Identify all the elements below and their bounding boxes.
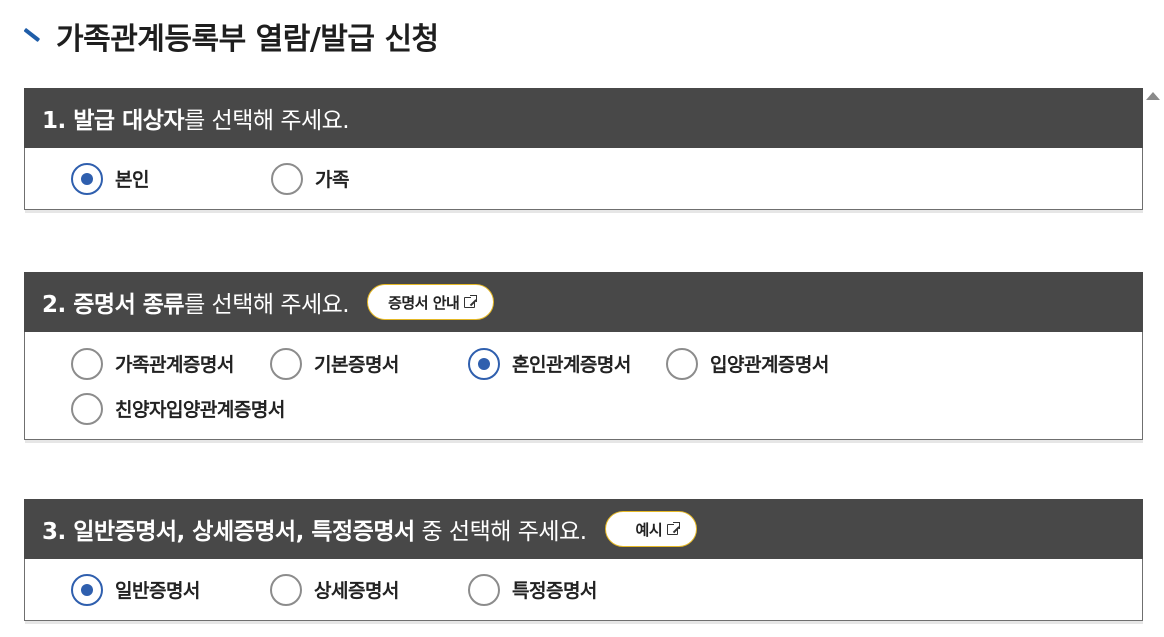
radio-option-family[interactable]: 가족 — [271, 156, 471, 201]
question-bold: 1. 발급 대상자 — [42, 108, 185, 134]
radio-option-self[interactable]: 본인 — [71, 156, 271, 201]
section-issue-target: 1. 발급 대상자 를 선택해 주세요. 본인 가족 — [24, 88, 1143, 213]
radio-button[interactable] — [71, 392, 103, 425]
radio-option-specific[interactable]: 특정증명서 — [468, 567, 666, 612]
option-label: 입양관계증명서 — [710, 354, 829, 376]
certificate-guide-button[interactable]: 증명서 안내 — [367, 284, 495, 320]
radio-button[interactable] — [270, 347, 302, 380]
radio-option-adoption[interactable]: 입양관계증명서 — [666, 341, 906, 386]
option-label: 본인 — [115, 169, 149, 191]
scroll-up-arrow-icon[interactable] — [1146, 92, 1160, 100]
radio-button[interactable] — [666, 347, 698, 380]
radio-group-detail: 일반증명서 상세증명서 특정증명서 — [25, 559, 1142, 620]
radio-button[interactable] — [468, 573, 500, 606]
question-text: 중 선택해 주세요. — [414, 519, 587, 545]
question-text: 를 선택해 주세요. — [184, 108, 350, 134]
external-link-icon — [464, 294, 478, 308]
radio-option-general[interactable]: 일반증명서 — [71, 567, 270, 612]
radio-option-full-adoption[interactable]: 친양자입양관계증명서 — [71, 386, 371, 431]
question-text: 를 선택해 주세요. — [184, 292, 350, 318]
option-label: 혼인관계증명서 — [512, 354, 631, 376]
option-label: 특정증명서 — [512, 580, 597, 602]
radio-option-basic[interactable]: 기본증명서 — [270, 341, 468, 386]
radio-button-checked[interactable] — [468, 347, 500, 380]
section-header: 1. 발급 대상자 를 선택해 주세요. — [24, 88, 1143, 148]
radio-button-checked[interactable] — [71, 162, 103, 195]
title-mark-icon — [22, 26, 42, 46]
radio-button[interactable] — [271, 162, 303, 195]
section-certificate-detail: 3. 일반증명서, 상세증명서, 특정증명서 중 선택해 주세요. 예시 일반증… — [24, 499, 1143, 624]
option-label: 친양자입양관계증명서 — [115, 399, 285, 421]
option-label: 기본증명서 — [314, 354, 399, 376]
option-label: 일반증명서 — [115, 580, 200, 602]
option-label: 가족 — [315, 169, 349, 191]
radio-button-checked[interactable] — [71, 573, 103, 606]
example-button[interactable]: 예시 — [604, 511, 698, 547]
option-label: 가족관계증명서 — [115, 354, 234, 376]
radio-button[interactable] — [270, 573, 302, 606]
radio-option-detailed[interactable]: 상세증명서 — [270, 567, 468, 612]
radio-group-certificate: 가족관계증명서 기본증명서 혼인관계증명서 입양관계증명서 친양자입양관계증명서 — [25, 332, 1142, 439]
page-header: 가족관계등록부 열람/발급 신청 — [22, 14, 439, 58]
radio-group-target: 본인 가족 — [25, 148, 1142, 209]
question-bold: 2. 증명서 종류 — [42, 292, 185, 318]
radio-option-family-relation[interactable]: 가족관계증명서 — [71, 341, 270, 386]
radio-button[interactable] — [71, 347, 103, 380]
certificate-guide-label: 증명서 안내 — [388, 293, 460, 312]
section-header: 2. 증명서 종류 를 선택해 주세요. 증명서 안내 — [24, 272, 1143, 332]
question-bold: 3. 일반증명서, 상세증명서, 특정증명서 — [42, 519, 415, 545]
section-header: 3. 일반증명서, 상세증명서, 특정증명서 중 선택해 주세요. 예시 — [24, 499, 1143, 559]
option-label: 상세증명서 — [314, 580, 399, 602]
page-title: 가족관계등록부 열람/발급 신청 — [56, 22, 439, 57]
radio-option-marriage[interactable]: 혼인관계증명서 — [468, 341, 666, 386]
external-link-icon — [667, 521, 681, 535]
example-label: 예시 — [635, 520, 663, 539]
section-certificate-type: 2. 증명서 종류 를 선택해 주세요. 증명서 안내 가족관계증명서 기본증명서… — [24, 272, 1143, 443]
